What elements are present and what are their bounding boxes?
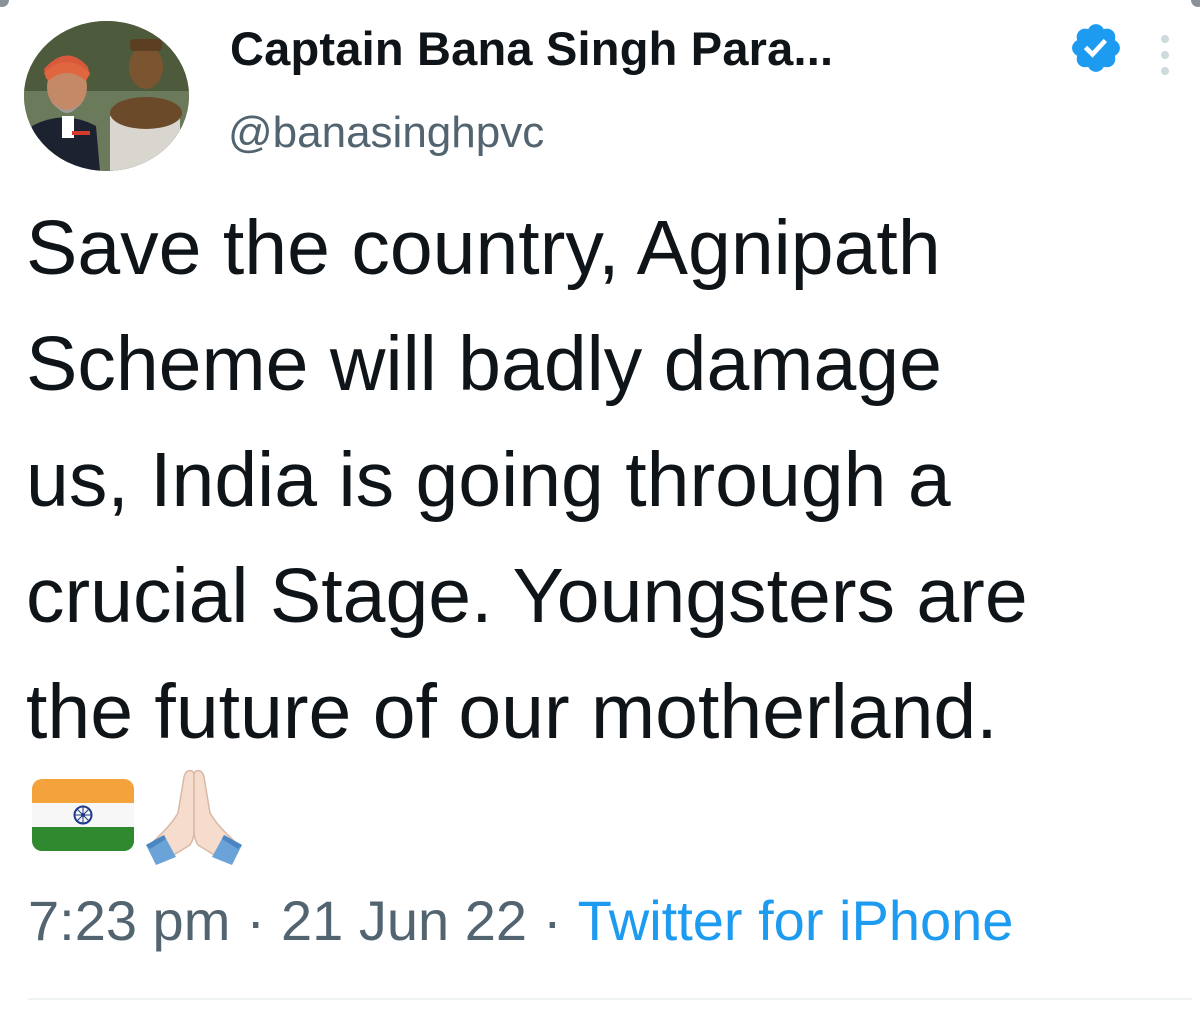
tweet-text: Save the country, Agnipath Scheme will b… [26, 190, 1196, 770]
tweet-metadata: 7:23 pm · 21 Jun 22 · Twitter for iPhone [28, 888, 1013, 953]
profile-photo-icon [24, 21, 189, 171]
author-handle[interactable]: @banasinghpvc [228, 108, 544, 158]
more-vertical-icon[interactable] [1155, 33, 1175, 77]
corner-control-icon [1191, 0, 1200, 7]
tweet-time[interactable]: 7:23 pm [28, 889, 230, 952]
verified-badge-icon [1072, 24, 1120, 72]
india-flag-emoji [32, 779, 134, 851]
tweet-text-line: Save the country, Agnipath [26, 205, 941, 291]
tweet-text-line: Scheme will badly damage [26, 321, 942, 407]
meta-separator: · [542, 889, 562, 952]
tweet-source-link[interactable]: Twitter for iPhone [578, 889, 1014, 952]
author-name-row[interactable]: Captain Bana Singh Para... [230, 16, 833, 80]
tweet-text-line: the future of our motherland. [26, 669, 998, 755]
author-display-name[interactable]: Captain Bana Singh Para... [230, 21, 833, 76]
corner-control-icon [0, 0, 9, 7]
avatar[interactable] [24, 21, 189, 171]
tweet-text-line: us, India is going through a [26, 437, 951, 523]
meta-separator: · [246, 889, 265, 952]
tweet-text-line: crucial Stage. Youngsters are [26, 553, 1028, 639]
tweet-date[interactable]: 21 Jun 22 [281, 889, 527, 952]
folded-hands-emoji [146, 769, 242, 865]
divider [28, 998, 1192, 1000]
